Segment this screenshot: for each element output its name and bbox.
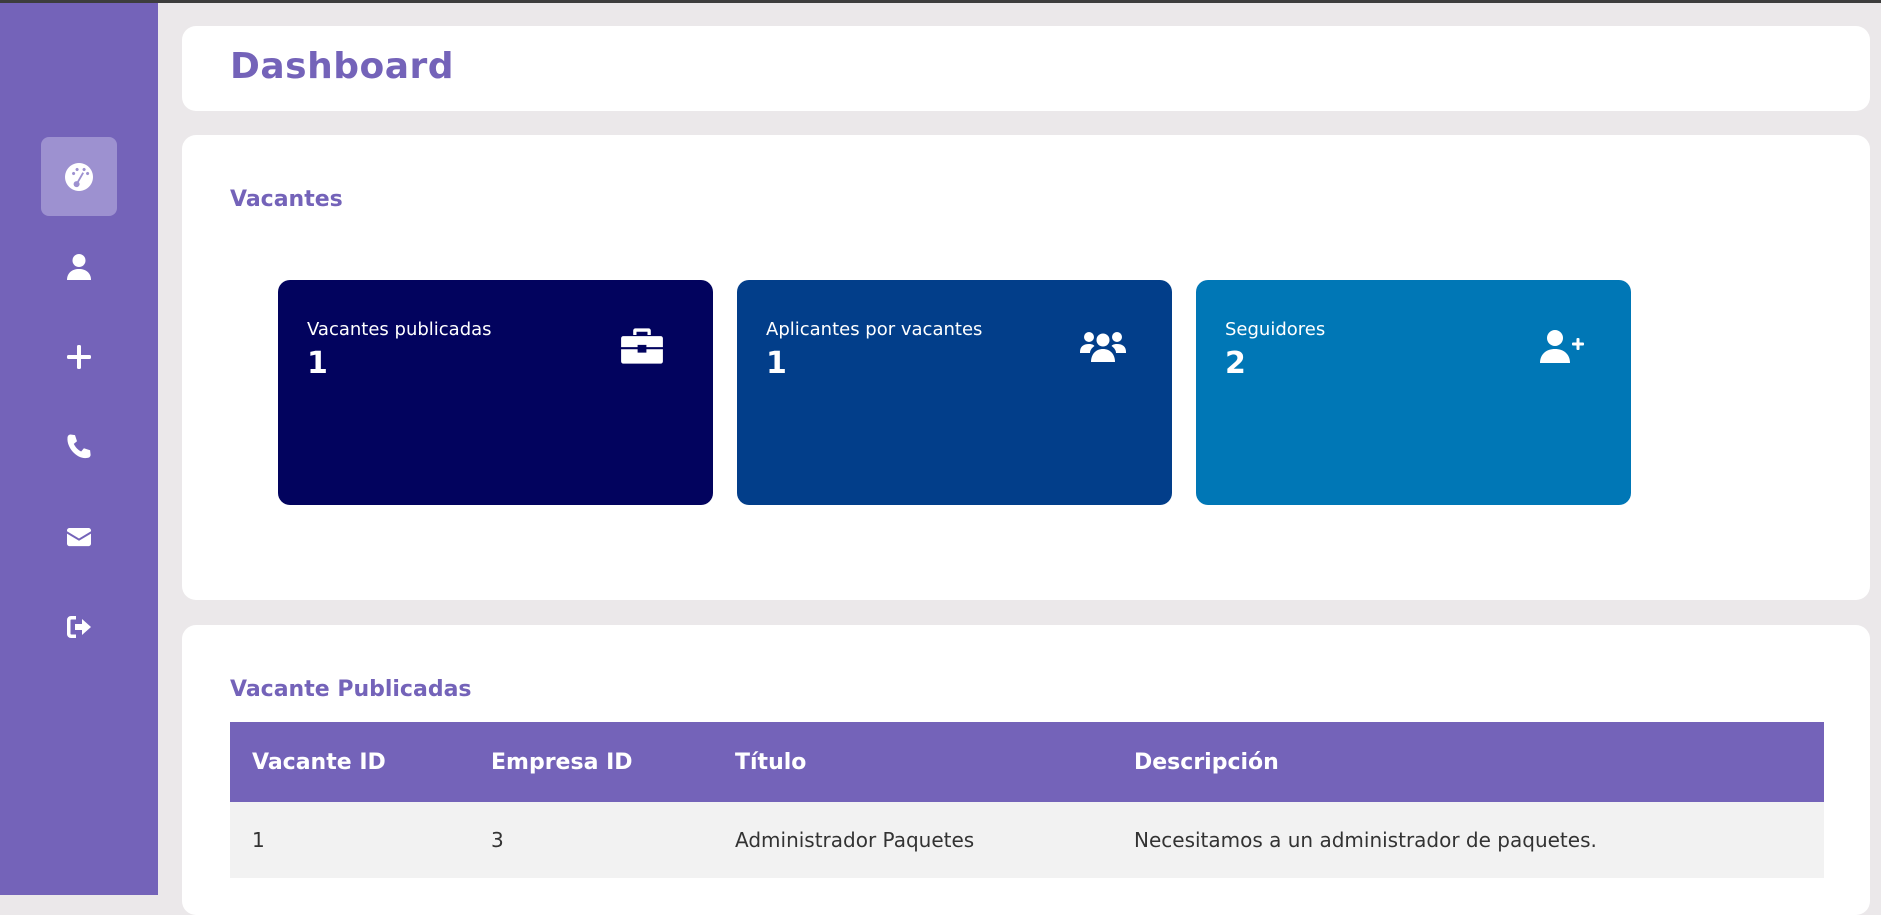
header-panel: Dashboard xyxy=(182,26,1870,111)
briefcase-icon xyxy=(620,326,664,366)
table-section-title: Vacante Publicadas xyxy=(230,677,472,702)
stat-card-value: 2 xyxy=(1225,346,1246,381)
sidebar-item-profile[interactable] xyxy=(41,227,117,306)
stat-card-label: Aplicantes por vacantes xyxy=(766,319,983,340)
table-cell: 1 xyxy=(252,828,265,852)
table-cell: Administrador Paquetes xyxy=(735,828,975,852)
stat-card-value: 1 xyxy=(766,346,787,381)
stat-card-value: 1 xyxy=(307,346,328,381)
user-plus-icon xyxy=(1538,326,1586,366)
stats-section-title: Vacantes xyxy=(230,187,343,212)
users-icon xyxy=(1079,326,1127,366)
vacancies-table: Vacante ID Empresa ID Título Descripción… xyxy=(230,722,1824,878)
sidebar-item-logout[interactable] xyxy=(41,587,117,666)
page-title: Dashboard xyxy=(230,46,455,87)
sidebar-item-dashboard[interactable] xyxy=(41,137,117,216)
user-icon xyxy=(67,253,91,280)
phone-icon xyxy=(67,434,91,458)
sidebar xyxy=(0,3,158,895)
sign-out-icon xyxy=(67,615,91,638)
column-header-empresa-id[interactable]: Empresa ID xyxy=(491,722,633,802)
column-header-vacante-id[interactable]: Vacante ID xyxy=(252,722,386,802)
table-header-row: Vacante ID Empresa ID Título Descripción xyxy=(230,722,1824,802)
dashboard-gauge-icon xyxy=(65,162,94,191)
stats-panel: Vacantes Vacantes publicadas 1 Aplicante… xyxy=(182,135,1870,600)
sidebar-item-contact[interactable] xyxy=(41,407,117,486)
stat-card-label: Vacantes publicadas xyxy=(307,319,492,340)
column-header-titulo[interactable]: Título xyxy=(735,722,806,802)
plus-icon xyxy=(67,344,91,369)
sidebar-item-messages[interactable] xyxy=(41,497,117,576)
table-panel: Vacante Publicadas Vacante ID Empresa ID… xyxy=(182,625,1870,915)
stat-card-applicants[interactable]: Aplicantes por vacantes 1 xyxy=(737,280,1172,505)
window-top-border xyxy=(0,0,1881,3)
sidebar-item-add[interactable] xyxy=(41,317,117,396)
table-row[interactable]: 1 3 Administrador Paquetes Necesitamos a… xyxy=(230,802,1824,878)
table-cell: Necesitamos a un administrador de paquet… xyxy=(1134,828,1597,852)
stat-card-published-vacancies[interactable]: Vacantes publicadas 1 xyxy=(278,280,713,505)
stat-card-followers[interactable]: Seguidores 2 xyxy=(1196,280,1631,505)
table-cell: 3 xyxy=(491,828,504,852)
envelope-icon xyxy=(67,527,91,546)
column-header-descripcion[interactable]: Descripción xyxy=(1134,722,1279,802)
stat-card-label: Seguidores xyxy=(1225,319,1326,340)
